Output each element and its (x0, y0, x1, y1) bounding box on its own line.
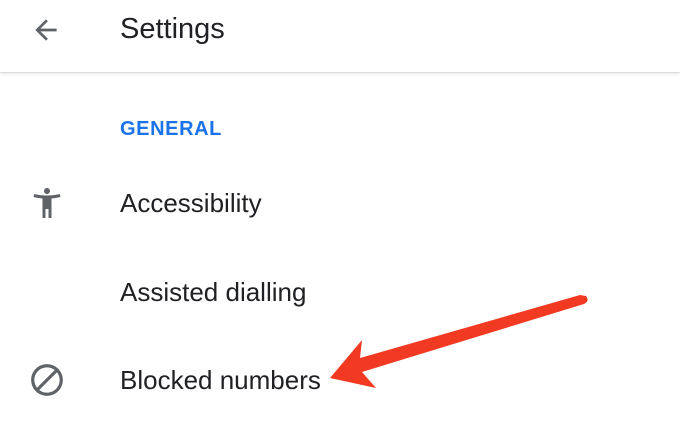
arrow-back-icon (35, 19, 57, 41)
settings-item-label: Accessibility (120, 188, 262, 218)
page-title: Settings (120, 13, 225, 45)
settings-item-label: Blocked numbers (120, 365, 321, 395)
block-icon (27, 360, 67, 400)
section-header-general: GENERAL (120, 118, 222, 140)
accessibility-icon (27, 183, 67, 223)
settings-item-assisted-dialling[interactable]: Assisted dialling (0, 252, 680, 332)
settings-item-label: Assisted dialling (120, 277, 307, 307)
top-app-bar: Settings (0, 0, 680, 72)
back-button[interactable] (22, 6, 70, 54)
settings-item-accessibility[interactable]: Accessibility (0, 163, 680, 243)
settings-item-blocked-numbers[interactable]: Blocked numbers (0, 340, 680, 420)
settings-screen: Settings GENERAL Accessibility Assisted … (0, 0, 680, 426)
